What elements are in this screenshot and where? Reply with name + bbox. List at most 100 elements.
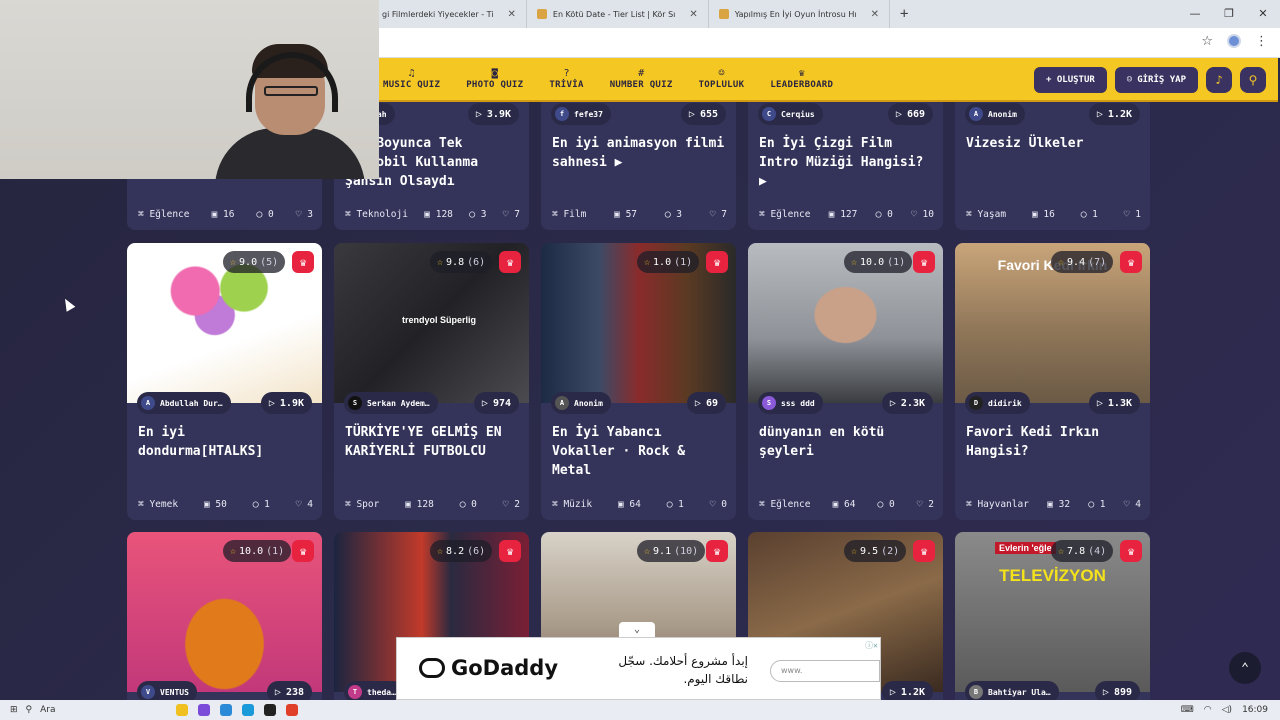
likes-count: ♡ 0	[709, 499, 727, 510]
edge-icon[interactable]	[241, 704, 254, 716]
play-count: ▷ 669	[887, 103, 933, 125]
nav-leaderboard[interactable]: ♛ LEADERBOARD	[770, 68, 833, 90]
crown-icon[interactable]: ♛	[1120, 540, 1142, 562]
author-badge[interactable]: V VENTUS	[137, 681, 197, 700]
crown-icon[interactable]: ♛	[499, 540, 521, 562]
author-badge[interactable]: Ddidirik	[965, 392, 1030, 414]
author-badge[interactable]: A Anonim	[551, 392, 611, 414]
quiz-card[interactable]: A Anonim ▷ 1.2K Vizesiz Ülkeler ⌘ Yaşam ▣…	[955, 102, 1150, 230]
crown-icon[interactable]: ♛	[292, 540, 314, 562]
minimize-button[interactable]: —	[1178, 0, 1212, 28]
ad-text: إبدأ مشروع أحلامك. سجّل نطاقك اليوم.	[618, 654, 748, 686]
crown-icon[interactable]: ♛	[913, 251, 935, 273]
author-badge[interactable]: f fefe37	[551, 103, 611, 125]
crown-icon[interactable]: ♛	[913, 540, 935, 562]
quiz-title[interactable]: En İyi Çizgi Film Intro Müziği Hangisi? …	[759, 134, 934, 191]
play-count: ▷ 3.9K	[467, 103, 519, 125]
nav-music-quiz[interactable]: ♫ MUSIC QUIZ	[383, 68, 440, 90]
author-name: didirik	[988, 398, 1022, 408]
quiz-card[interactable]: Evlerin 'eğle TELEVİZYON ☆ 7.8 (4) ♛ B Baht…	[955, 532, 1150, 700]
godaddy-logo: GoDaddy	[419, 656, 558, 680]
scroll-to-top-button[interactable]: ⌃	[1229, 652, 1261, 684]
crown-icon[interactable]: ♛	[706, 540, 728, 562]
nav-topluluk[interactable]: ☺ TOPLULUK	[699, 68, 745, 90]
webcam-overlay	[0, 0, 379, 179]
crown-icon[interactable]: ♛	[1120, 251, 1142, 273]
profile-icon[interactable]	[1227, 34, 1241, 48]
quiz-title[interactable]: En iyi animasyon filmi sahnesi ▶	[552, 134, 727, 172]
chrome-icon[interactable]	[285, 704, 298, 716]
author-badge[interactable]: A Abdullah Dur…	[137, 392, 231, 414]
ad-domain-input[interactable]: www.	[770, 660, 880, 682]
crown-icon[interactable]: ♛	[499, 251, 521, 273]
author-badge[interactable]: Ssss ddd	[758, 392, 823, 414]
quiz-card[interactable]: f fefe37 ▷ 655 En iyi animasyon filmi sah…	[541, 102, 736, 230]
author-badge[interactable]: Ttheda…	[344, 681, 404, 700]
app-icon[interactable]	[197, 704, 210, 716]
comments-count: ◯ 1	[1088, 499, 1106, 510]
quiz-card[interactable]: Favori Kedi Irkın ☆9.4(7) ♛ Ddidirik ▷ 1…	[955, 243, 1150, 520]
quiz-card[interactable]: C Cerqius ▷ 669 En İyi Çizgi Film Intro M…	[748, 102, 943, 230]
crown-icon[interactable]: ♛	[706, 251, 728, 273]
create-button[interactable]: + OLUŞTUR	[1034, 67, 1107, 93]
tab-close-icon[interactable]: ✕	[508, 9, 516, 20]
widget-icon[interactable]	[175, 704, 188, 716]
quiz-card[interactable]: ☆ 10.0 (1) ♛ V VENTUS ▷ 238	[127, 532, 322, 700]
quiz-title[interactable]: En iyi dondurma[HTALKS]	[138, 423, 313, 461]
quiz-title[interactable]: Favori Kedi Irkın Hangisi?	[966, 423, 1141, 461]
author-name: VENTUS	[160, 687, 189, 697]
author-badge[interactable]: S Serkan Aydem…	[344, 392, 438, 414]
author-name: sss ddd	[781, 398, 815, 408]
windows-start-icon[interactable]: ⊞	[10, 705, 18, 715]
close-window-button[interactable]: ✕	[1246, 0, 1280, 28]
app-icon[interactable]	[263, 704, 276, 716]
star-icon: ☆	[644, 256, 651, 268]
login-label: GİRİŞ YAP	[1137, 75, 1186, 85]
author-badge[interactable]: B Bahtiyar Ula…	[965, 681, 1059, 700]
explorer-icon[interactable]	[219, 704, 232, 716]
nav-trivia[interactable]: ? TRİVİA	[549, 68, 583, 90]
browser-menu-icon[interactable]: ⋮	[1255, 34, 1268, 49]
keyboard-icon[interactable]: ⌨	[1181, 705, 1194, 715]
login-button[interactable]: ☺ GİRİŞ YAP	[1114, 67, 1198, 93]
card-meta: ⌘ Yemek ▣ 50 ◯ 1 ♡ 4	[138, 499, 313, 510]
browser-tab-3[interactable]: Yapılmış En İyi Oyun İntrosu Hı ✕	[709, 0, 890, 28]
quiz-card[interactable]: trendyol Süperlig ☆ 9.8 (6) ♛ S Serkan Ayde…	[334, 243, 529, 520]
notifications-bell-icon[interactable]: ♪	[1206, 67, 1232, 93]
card-meta: ⌘ Film ▣ 57 ◯ 3 ♡ 7	[552, 209, 727, 220]
tab-close-icon[interactable]: ✕	[871, 9, 879, 20]
avatar: V	[141, 685, 155, 699]
quiz-card[interactable]: ☆ 10.0 (1) ♛ Ssss ddd ▷ 2.3K dünyanın en k…	[748, 243, 943, 520]
wifi-icon[interactable]: ◠	[1204, 705, 1212, 715]
ad-info-icon[interactable]: ⓘ✕	[865, 640, 878, 651]
search-icon[interactable]: ⚲	[1240, 67, 1266, 93]
quiz-card[interactable]: ☆ 1.0 (1) ♛ A Anonim ▷ 69 En İyi Yabancı Vo…	[541, 243, 736, 520]
bookmark-star-icon[interactable]: ☆	[1201, 34, 1213, 49]
browser-tab-2[interactable]: En Kötü Date - Tier List | Kör Sı ✕	[527, 0, 709, 28]
quiz-title[interactable]: dünyanın en kötü şeyleri	[759, 423, 934, 461]
rating-badge: ☆ 10.0 (1)	[223, 540, 292, 562]
nav-number-quiz[interactable]: # NUMBER QUIZ	[610, 68, 673, 90]
godaddy-logo-icon	[419, 658, 445, 678]
avatar: f	[555, 107, 569, 121]
clock[interactable]: 16:09	[1242, 705, 1268, 715]
quiz-title[interactable]: En İyi Yabancı Vokaller · Rock & Metal	[552, 423, 727, 480]
quiz-title[interactable]: Vizesiz Ülkeler	[966, 134, 1141, 153]
author-badge[interactable]: A Anonim	[965, 103, 1025, 125]
author-badge[interactable]: C Cerqius	[758, 103, 823, 125]
tab-close-icon[interactable]: ✕	[689, 9, 697, 20]
volume-icon[interactable]: ◁)	[1222, 705, 1232, 715]
search-icon[interactable]: ⚲	[26, 705, 33, 715]
crown-icon[interactable]: ♛	[292, 251, 314, 273]
taskbar-search-label[interactable]: Ara	[40, 705, 55, 715]
star-icon: ☆	[230, 256, 237, 268]
star-icon: ☆	[437, 256, 444, 268]
quiz-card[interactable]: ☆ 9.0 (5) ♛ A Abdullah Dur… ▷ 1.9K En iyi d…	[127, 243, 322, 520]
nav-photo-quiz[interactable]: ◙ PHOTO QUIZ	[466, 68, 523, 90]
new-tab-button[interactable]: +	[890, 6, 918, 22]
ad-collapse-chevron-icon[interactable]: ⌄	[619, 622, 655, 638]
browser-tab-1[interactable]: gi Filmlerdeki Yiyecekler - Ti ✕	[372, 0, 527, 28]
maximize-button[interactable]: ❐	[1212, 0, 1246, 28]
ad-banner[interactable]: GoDaddy إبدأ مشروع أحلامك. سجّل نطاقك الي…	[396, 637, 881, 700]
quiz-title[interactable]: TÜRKİYE'YE GELMİŞ EN KARİYERLİ FUTBOLCU	[345, 423, 520, 461]
